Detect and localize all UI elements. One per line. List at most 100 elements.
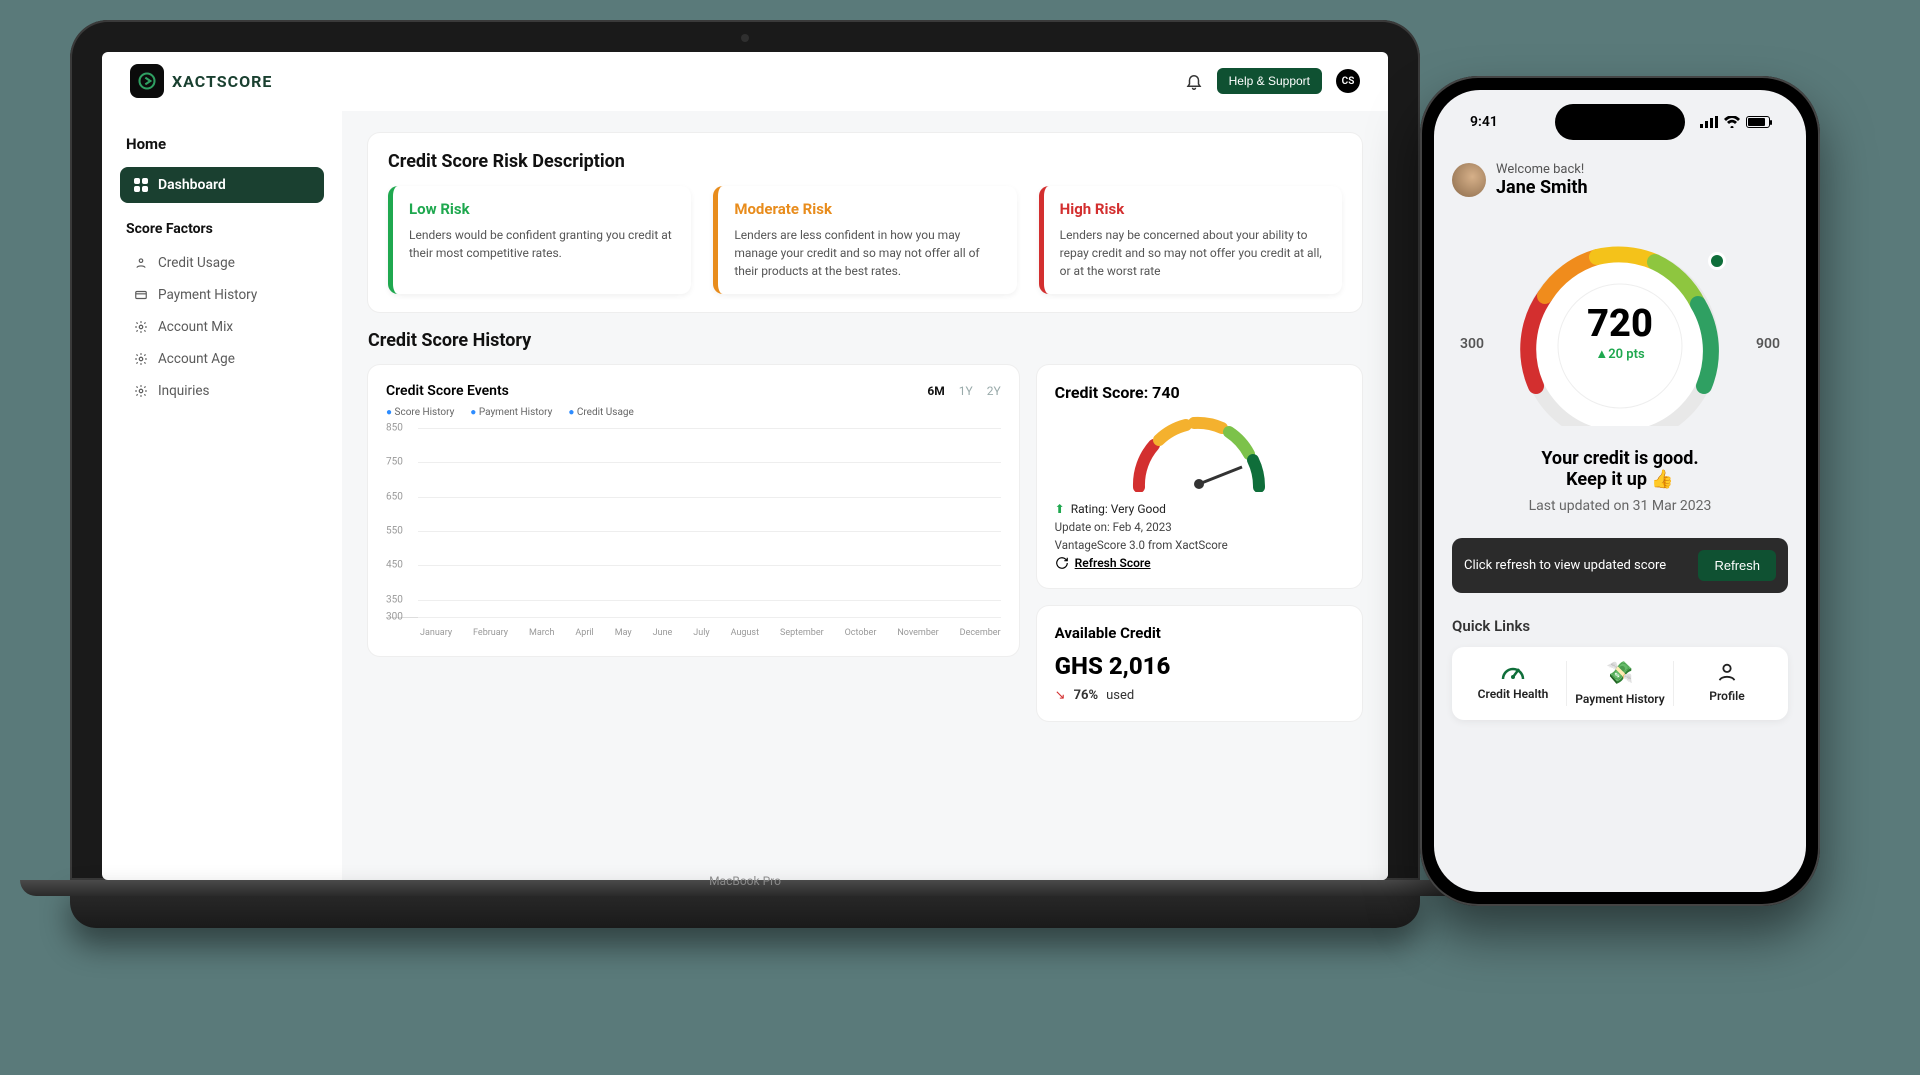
chart-x-tick: January (420, 628, 452, 638)
mobile-updated: Last updated on 31 Mar 2023 (1452, 498, 1788, 514)
chart-y-tick: 750 (386, 457, 403, 468)
available-credit-card: Available Credit GHS 2,016 ↘ 76% used (1037, 606, 1362, 721)
chart-y-tick: 350 (386, 594, 403, 605)
mobile-user-header: Welcome back! Jane Smith (1452, 162, 1788, 198)
gear-icon (134, 384, 148, 398)
chart-x-tick: August (731, 628, 759, 638)
chart-x-tick: June (653, 628, 673, 638)
legend-item: Credit Usage (568, 407, 633, 418)
refresh-score-link[interactable]: Refresh Score (1055, 556, 1344, 570)
risk-description: Lenders are less confident in how you ma… (734, 226, 1000, 280)
sidebar-item-label: Dashboard (158, 177, 226, 193)
chart-x-tick: December (960, 628, 1001, 638)
gauge-indicator-dot (1708, 252, 1726, 270)
brand-name: XACTSCORE (172, 72, 272, 91)
mobile-status-line2: Keep it up 👍 (1452, 469, 1788, 490)
mobile-refresh-button[interactable]: Refresh (1698, 550, 1776, 581)
rating-text: Rating: Very Good (1071, 502, 1166, 516)
logo-icon (130, 64, 164, 98)
chart-title: Credit Score Events (386, 383, 509, 399)
gear-icon (134, 320, 148, 334)
quick-links-title: Quick Links (1452, 617, 1788, 635)
sidebar-item-dashboard[interactable]: Dashboard (120, 167, 324, 203)
chart-grid: 300350450550650750850 (386, 428, 1001, 618)
quick-link-label: Credit Health (1478, 687, 1549, 701)
range-6m[interactable]: 6M (927, 384, 944, 398)
arrow-down-right-icon: ↘ (1055, 688, 1066, 703)
sidebar-item-label: Account Age (158, 351, 235, 367)
bell-icon[interactable] (1185, 72, 1203, 90)
nav-section-score-factors: Score Factors (126, 221, 318, 237)
chart-y-tick: 550 (386, 526, 403, 537)
chart-legend: Score History Payment History Credit Usa… (386, 407, 1001, 418)
gear-icon (134, 352, 148, 366)
sidebar-item-label: Credit Usage (158, 255, 235, 271)
user-name: Jane Smith (1496, 177, 1588, 198)
topbar: XACTSCORE Help & Support CS (102, 52, 1388, 111)
mobile-refresh-prompt: Click refresh to view updated score (1464, 558, 1666, 573)
risk-description: Lenders would be confident granting you … (409, 226, 675, 262)
sidebar-item-account-mix[interactable]: Account Mix (120, 311, 324, 343)
sidebar-item-account-age[interactable]: Account Age (120, 343, 324, 375)
signal-icon (1700, 116, 1718, 128)
sidebar-item-label: Payment History (158, 287, 257, 303)
credit-score-card: Credit Score: 740 (1037, 365, 1362, 588)
avatar[interactable] (1452, 163, 1486, 197)
quick-link-profile[interactable]: Profile (1674, 661, 1780, 706)
history-section-title: Credit Score History (368, 330, 1362, 351)
mobile-status-line1: Your credit is good. (1452, 448, 1788, 469)
gauge-icon (1055, 412, 1344, 492)
battery-icon (1746, 116, 1770, 128)
risk-section-title: Credit Score Risk Description (388, 151, 1342, 172)
mobile-score-delta: ▲20 pts (1587, 346, 1653, 362)
available-credit-value: GHS 2,016 (1055, 652, 1344, 680)
mobile-gauge: 720 ▲20 pts 300 900 (1452, 226, 1788, 426)
user-icon (1678, 661, 1776, 683)
refresh-icon (1055, 556, 1069, 570)
gauge-min-label: 300 (1460, 336, 1484, 352)
laptop-mock: XACTSCORE Help & Support CS Home (70, 20, 1420, 940)
range-2y[interactable]: 2Y (987, 384, 1001, 398)
risk-card-high: High Risk Lenders nay be concerned about… (1039, 186, 1342, 294)
arrow-up-icon: ⬆ (1055, 502, 1065, 516)
avatar[interactable]: CS (1336, 69, 1360, 93)
chart-y-tick: 300 (386, 612, 403, 623)
risk-title: Moderate Risk (734, 200, 1000, 218)
risk-description: Lenders nay be concerned about your abil… (1060, 226, 1326, 280)
history-chart-card: Credit Score Events 6M 1Y 2Y Score (368, 365, 1019, 656)
chart-y-tick: 450 (386, 560, 403, 571)
legend-item: Score History (386, 407, 454, 418)
range-1y[interactable]: 1Y (959, 384, 973, 398)
risk-card-moderate: Moderate Risk Lenders are less confident… (713, 186, 1016, 294)
brand: XACTSCORE (130, 64, 272, 98)
quick-link-payment-history[interactable]: 💸 Payment History (1567, 661, 1674, 706)
desktop-app: XACTSCORE Help & Support CS Home (102, 52, 1388, 880)
used-label: used (1106, 688, 1134, 703)
sidebar-item-credit-usage[interactable]: Credit Usage (120, 247, 324, 279)
chart-x-tick: October (845, 628, 877, 638)
sidebar-item-inquiries[interactable]: Inquiries (120, 375, 324, 407)
chart-x-tick: May (615, 628, 632, 638)
chart-x-tick: July (693, 628, 709, 638)
mobile-score-value: 720 (1587, 302, 1653, 346)
legend-item: Payment History (470, 407, 552, 418)
quick-link-label: Profile (1709, 689, 1744, 703)
quick-link-label: Payment History (1575, 692, 1664, 706)
help-button[interactable]: Help & Support (1217, 68, 1322, 94)
welcome-text: Welcome back! (1496, 162, 1588, 177)
phone-time: 9:41 (1470, 114, 1498, 130)
sidebar-item-label: Account Mix (158, 319, 233, 335)
used-percent: 76% (1074, 688, 1099, 703)
gauge-max-label: 900 (1756, 336, 1780, 352)
sidebar-item-payment-history[interactable]: Payment History (120, 279, 324, 311)
nav-section-home: Home (126, 135, 318, 153)
card-icon (134, 288, 148, 302)
quick-link-credit-health[interactable]: Credit Health (1460, 661, 1567, 706)
dashboard-icon (134, 178, 148, 192)
chart-x-tick: September (780, 628, 824, 638)
speedometer-icon (1464, 661, 1562, 681)
chart-y-tick: 650 (386, 491, 403, 502)
camera-dot (741, 34, 749, 42)
main-content: Credit Score Risk Description Low Risk L… (342, 111, 1388, 880)
score-updated: Update on: Feb 4, 2023 (1055, 520, 1344, 534)
